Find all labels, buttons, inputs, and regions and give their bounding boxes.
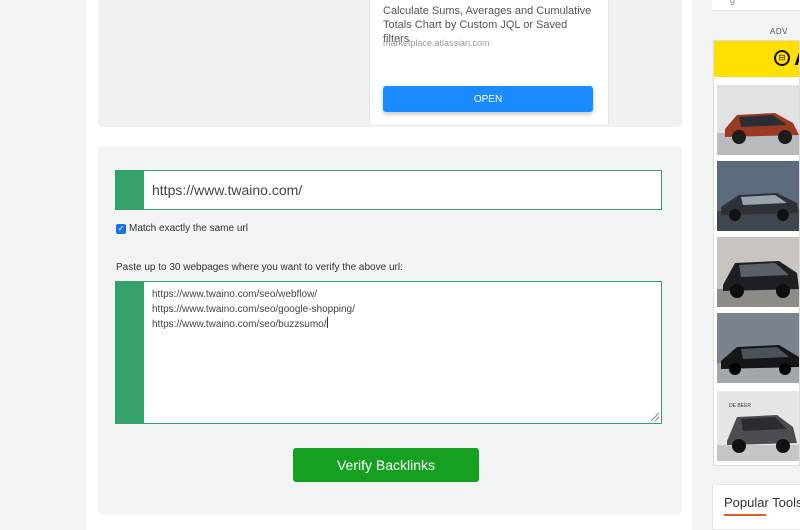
car-image[interactable] — [717, 237, 799, 307]
backlink-checker-form: https://www.twaino.com/ ✓ Match exactly … — [98, 146, 682, 514]
car-image[interactable] — [717, 161, 799, 231]
page-line: https://www.twaino.com/seo/google-shoppi… — [152, 303, 355, 315]
grey-bmw-suv-icon — [717, 391, 799, 461]
url-input-value: https://www.twaino.com/ — [152, 182, 303, 198]
text-cursor — [326, 317, 328, 328]
url-input-accent — [116, 171, 144, 209]
pages-label: Paste up to 30 webpages where you want t… — [116, 262, 403, 273]
sidebar-top-widget: g — [712, 0, 800, 11]
sidebar-car-ad[interactable]: ⊟ A — [713, 40, 800, 466]
url-input[interactable]: https://www.twaino.com/ — [115, 170, 662, 210]
match-exact-checkbox[interactable]: ✓ — [116, 223, 126, 234]
sidebar-top-text: g — [730, 0, 736, 5]
popular-tools-underline — [724, 514, 766, 516]
match-exact-label: Match exactly the same url — [129, 223, 248, 234]
pages-textarea[interactable]: https://www.twaino.com/seo/webflow/ http… — [115, 281, 662, 424]
ad-domain: marketplace.atlassian.com — [383, 38, 490, 48]
car-image[interactable]: DE BEER — [717, 391, 799, 461]
page-line: https://www.twaino.com/seo/webflow/ — [152, 289, 318, 300]
black-suv-icon — [717, 237, 799, 307]
ad-container: Calculate Sums, Averages and Cumulative … — [98, 0, 682, 127]
car-ad-header-text: A — [794, 45, 799, 71]
pages-textarea-accent — [116, 282, 144, 423]
advertisement-label: ADV — [770, 27, 788, 36]
popular-tools-widget: Popular Tools — [712, 484, 800, 530]
ad-card[interactable]: Calculate Sums, Averages and Cumulative … — [369, 0, 609, 124]
grey-coupe-icon — [717, 161, 799, 231]
page-line-text: https://www.twaino.com/seo/buzzsumo/ — [152, 319, 327, 330]
car-image[interactable] — [717, 85, 799, 155]
red-suv-icon — [717, 85, 799, 155]
resize-handle-icon[interactable] — [651, 413, 659, 421]
page-line: https://www.twaino.com/seo/buzzsumo/ — [152, 317, 355, 333]
car-brand-logo-icon: ⊟ — [774, 50, 790, 66]
car-ad-header: ⊟ A — [714, 41, 799, 77]
car-image[interactable] — [717, 313, 799, 383]
ad-open-button[interactable]: OPEN — [383, 86, 593, 112]
popular-tools-title: Popular Tools — [724, 495, 800, 510]
black-sedan-icon — [717, 313, 799, 383]
pages-list: https://www.twaino.com/seo/webflow/ http… — [152, 288, 355, 333]
match-exact-row[interactable]: ✓ Match exactly the same url — [116, 223, 248, 234]
verify-backlinks-button[interactable]: Verify Backlinks — [293, 448, 479, 482]
dealer-label: DE BEER — [729, 403, 751, 409]
